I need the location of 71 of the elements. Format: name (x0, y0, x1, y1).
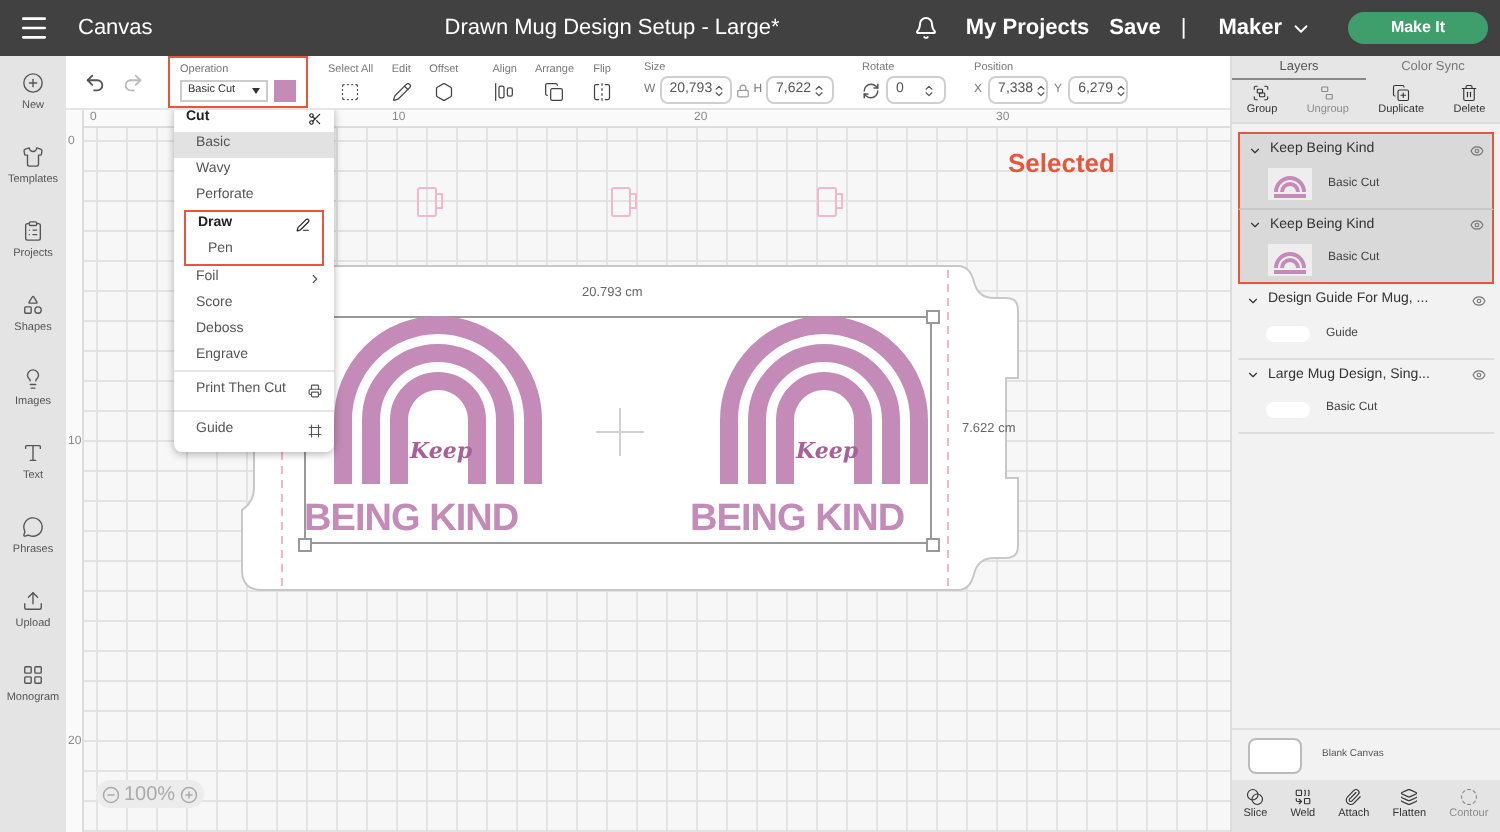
machine-dropdown[interactable]: Maker (1218, 11, 1312, 45)
lock-icon[interactable] (735, 83, 750, 98)
rotate-icon (862, 81, 881, 100)
header-link[interactable]: My Projects (965, 11, 1090, 45)
menu-icon[interactable] (18, 12, 50, 44)
hexagon-icon (433, 82, 454, 103)
dashed-circle-icon (1459, 788, 1478, 807)
resize-handle[interactable] (926, 538, 940, 552)
header-link[interactable]: Save (1109, 11, 1161, 45)
eye-icon[interactable] (1470, 143, 1484, 158)
delete-icon (1460, 83, 1479, 102)
shapes-icon (22, 293, 44, 316)
mug-outline-icon (816, 186, 844, 218)
layers-icon (1400, 788, 1419, 807)
group-icon (1252, 83, 1271, 102)
app-title: Canvas (78, 13, 153, 44)
add-circle-icon (22, 71, 44, 94)
crosshair-icon (596, 408, 644, 456)
zoom-out-icon[interactable] (102, 785, 120, 803)
clipboard-icon (22, 219, 44, 242)
zoom-in-icon[interactable] (179, 785, 198, 803)
eye-icon[interactable] (1472, 293, 1486, 308)
text-icon (22, 441, 44, 464)
frame-icon (308, 424, 322, 438)
merge-icon (1293, 788, 1312, 807)
dropdown-caret-icon (252, 87, 260, 94)
pen-icon (296, 218, 310, 232)
stack-icon (544, 82, 565, 103)
stepper-icon (712, 83, 727, 98)
rainbow-thumbnail (1268, 168, 1312, 200)
stepper-icon (1033, 83, 1048, 98)
scissors-icon (308, 112, 322, 126)
lightbulb-icon (22, 367, 44, 390)
design-title-text: BEING KIND (690, 500, 905, 538)
bell-icon[interactable] (913, 16, 938, 40)
chevron-down-icon[interactable] (1248, 143, 1262, 158)
chevron-down-icon[interactable] (1246, 293, 1260, 308)
undo-icon[interactable] (84, 71, 106, 93)
ungroup-icon (1318, 83, 1337, 102)
flip-icon (592, 82, 613, 103)
stepper-icon (1113, 83, 1128, 98)
overlap-icon (1246, 788, 1265, 807)
document-title: Drawn Mug Design Setup - Large* (444, 13, 780, 44)
zoom-level: 100% (124, 781, 176, 809)
rainbow-thumbnail (1268, 243, 1312, 275)
grid-icon (22, 663, 44, 686)
color-swatch[interactable] (274, 79, 296, 102)
design-title-text: BEING KIND (304, 500, 519, 538)
eye-icon[interactable] (1470, 218, 1484, 233)
upload-icon (22, 589, 44, 612)
annotation-text: Selected (1008, 146, 1115, 182)
speech-bubble-icon (22, 515, 44, 538)
mug-outline-icon (610, 186, 638, 218)
resize-handle[interactable] (926, 310, 940, 324)
stepper-icon (922, 83, 937, 98)
mug-outline-icon (416, 186, 444, 218)
chevron-down-icon[interactable] (1246, 368, 1260, 383)
printer-icon (308, 384, 322, 398)
blank-canvas-swatch[interactable] (1248, 737, 1302, 773)
align-icon (494, 82, 515, 103)
dashed-square-icon (340, 82, 361, 103)
resize-handle[interactable] (298, 538, 312, 552)
eye-icon[interactable] (1472, 368, 1486, 383)
stepper-icon (811, 83, 826, 98)
chevron-down-icon[interactable] (1248, 218, 1262, 233)
shirt-icon (22, 145, 44, 168)
duplicate-icon (1392, 83, 1411, 102)
header-separator: | (1180, 13, 1187, 44)
redo-icon[interactable] (122, 71, 144, 93)
paperclip-icon (1344, 788, 1363, 807)
pencil-icon (391, 82, 412, 103)
